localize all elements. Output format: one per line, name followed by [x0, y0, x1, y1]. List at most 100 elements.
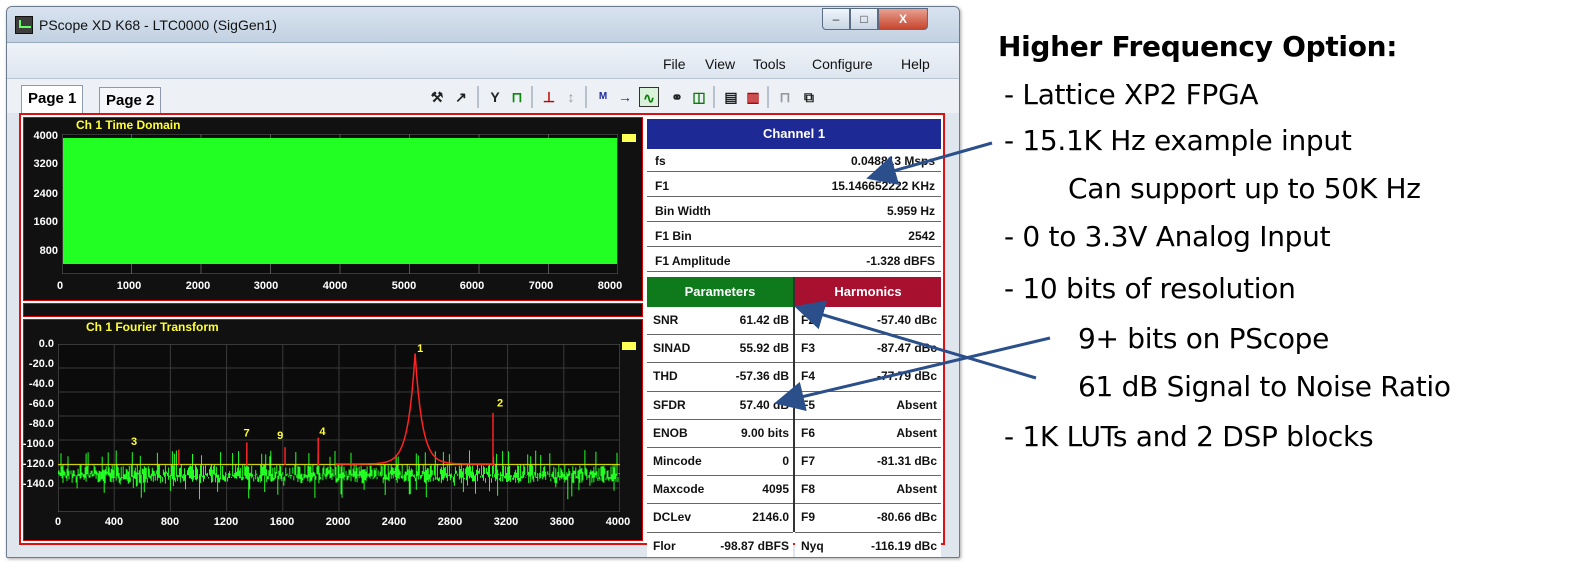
annotation-line: 9+ bits on PScope	[1078, 322, 1330, 355]
pulse-icon[interactable]: ⊓	[507, 87, 527, 107]
menu-view[interactable]: View	[705, 56, 735, 72]
harmonic-label: 4	[319, 426, 326, 438]
x-tick: 2000	[325, 516, 351, 528]
x-tick: 2000	[185, 280, 211, 292]
annotation-line: 61 dB Signal to Noise Ratio	[1078, 370, 1451, 403]
link-icon[interactable]: ⚭	[667, 87, 687, 107]
y-tick: 3200	[33, 158, 58, 170]
avg-arrow-icon[interactable]: →	[615, 87, 635, 107]
channel-header: Channel 1	[647, 119, 941, 149]
fft-plot-title: Ch 1 Fourier Transform	[86, 320, 219, 334]
y-tick: 800	[39, 245, 58, 257]
x-tick: 3000	[253, 280, 279, 292]
harmonic-row: F4 -77.79 dBc	[795, 363, 941, 392]
toolbar-separator	[713, 86, 715, 108]
x-tick: 2800	[437, 516, 463, 528]
parameter-row: Mincode 0	[647, 448, 793, 477]
parameter-row: Flor -98.87 dBFS	[647, 532, 793, 557]
square-wave-icon[interactable]: ⊓	[775, 87, 795, 107]
parameter-row: Maxcode 4095	[647, 476, 793, 505]
x-tick: 2400	[381, 516, 407, 528]
print-icon[interactable]: ▥	[743, 87, 763, 107]
time-trace-area	[62, 134, 618, 274]
x-tick: 3600	[549, 516, 575, 528]
parameter-row: SINAD 55.92 dB	[647, 335, 793, 364]
title-bar[interactable]: PScope XD K68 - LTC0000 (SigGen1) – □ X	[7, 7, 959, 43]
table-column-divider	[793, 277, 795, 532]
annotation-line: - 10 bits of resolution	[1004, 272, 1296, 305]
export-icon[interactable]: ⧉	[799, 87, 819, 107]
y-tick: -20.0	[28, 358, 54, 370]
channel-row: F1 Bin 2542	[647, 224, 941, 247]
menu-help[interactable]: Help	[901, 56, 930, 72]
x-tick: 4000	[605, 516, 631, 528]
tab-page-1[interactable]: Page 1	[21, 85, 84, 113]
annotation-line: - 0 to 3.3V Analog Input	[1004, 220, 1331, 253]
x-tick: 5000	[391, 280, 417, 292]
parameter-row: SNR 61.42 dB	[647, 307, 793, 336]
close-button[interactable]: X	[878, 8, 928, 30]
y-tick: -100.0	[22, 438, 54, 450]
parameter-row: ENOB 9.00 bits	[647, 419, 793, 448]
time-legend-marker	[622, 134, 636, 142]
filter-icon[interactable]: Y	[485, 87, 505, 107]
parameter-row: THD -57.36 dB	[647, 363, 793, 392]
y-tick: 2400	[33, 188, 58, 200]
harmonic-label: 2	[497, 397, 503, 409]
save-icon[interactable]: ▤	[721, 87, 741, 107]
app-icon	[15, 16, 33, 34]
y-tick: 1600	[33, 216, 58, 228]
parameter-row: DCLev 2146.0	[647, 504, 793, 533]
annotation-line: - 1K LUTs and 2 DSP blocks	[1004, 420, 1374, 453]
toolbar-separator	[767, 86, 769, 108]
time-domain-plot[interactable]: Ch 1 Time Domain 4000 3200 2400 1600 800…	[23, 117, 643, 301]
channel-row: fs 0.048813 Msps	[647, 149, 941, 172]
menu-bar: File View Tools Configure Help	[7, 43, 959, 79]
channel-row: F1 15.146652222 KHz	[647, 174, 941, 197]
minimize-button[interactable]: –	[822, 8, 850, 30]
harmonic-row: F5 Absent	[795, 391, 941, 420]
x-tick: 1200	[213, 516, 239, 528]
harmonic-row: F7 -81.31 dBc	[795, 448, 941, 477]
fft-trace-area: 1 2 3 7 9 4	[58, 344, 620, 512]
tab-page-2[interactable]: Page 2	[99, 87, 162, 113]
window-title: PScope XD K68 - LTC0000 (SigGen1)	[39, 17, 277, 33]
toolbar-separator	[585, 86, 587, 108]
parameters-header: Parameters	[647, 277, 793, 307]
x-tick: 0	[54, 516, 62, 528]
plot-divider	[23, 303, 643, 317]
time-plot-title: Ch 1 Time Domain	[76, 118, 181, 132]
wand-icon[interactable]: ⚒	[427, 87, 447, 107]
fourier-transform-plot[interactable]: Ch 1 Fourier Transform 0.0 -20.0 -40.0 -…	[23, 319, 643, 541]
y-tick: 4000	[33, 130, 58, 142]
x-tick: 3200	[493, 516, 519, 528]
y-tick: -40.0	[28, 378, 54, 390]
slide: PScope XD K68 - LTC0000 (SigGen1) – □ X …	[0, 0, 1583, 572]
tab-strip: Page 1 Page 2 ⚒ ↗ Y ⊓ ⊥ ↕ M → ∿ ⚭ ◫ ▤ ▥	[7, 79, 959, 113]
menu-file[interactable]: File	[663, 56, 686, 72]
menu-configure[interactable]: Configure	[812, 56, 873, 72]
toolbar-separator	[477, 86, 479, 108]
fft-legend-marker	[622, 342, 636, 350]
harmonic-label: 3	[131, 436, 137, 448]
x-tick: 0	[56, 280, 64, 292]
bars-disabled-icon[interactable]: ↕	[561, 87, 581, 107]
maximize-button[interactable]: □	[850, 8, 878, 30]
avg-icon[interactable]: M	[593, 87, 613, 107]
capture-icon[interactable]: ∿	[639, 87, 659, 107]
x-tick: 800	[160, 516, 180, 528]
y-tick: -120.0	[22, 458, 54, 470]
x-tick: 1000	[116, 280, 142, 292]
cursor-icon[interactable]: ↗	[451, 87, 471, 107]
x-tick: 1600	[269, 516, 295, 528]
channel-row: Bin Width 5.959 Hz	[647, 199, 941, 222]
bars-icon[interactable]: ⊥	[539, 87, 559, 107]
y-tick: -60.0	[28, 398, 54, 410]
y-tick: -80.0	[28, 418, 54, 430]
harmonic-row: F3 -87.47 dBc	[795, 335, 941, 364]
harmonic-row: F2 -57.40 dBc	[795, 307, 941, 336]
chart-icon[interactable]: ◫	[689, 87, 709, 107]
harmonics-header: Harmonics	[795, 277, 941, 307]
x-tick: 6000	[459, 280, 485, 292]
menu-tools[interactable]: Tools	[753, 56, 786, 72]
